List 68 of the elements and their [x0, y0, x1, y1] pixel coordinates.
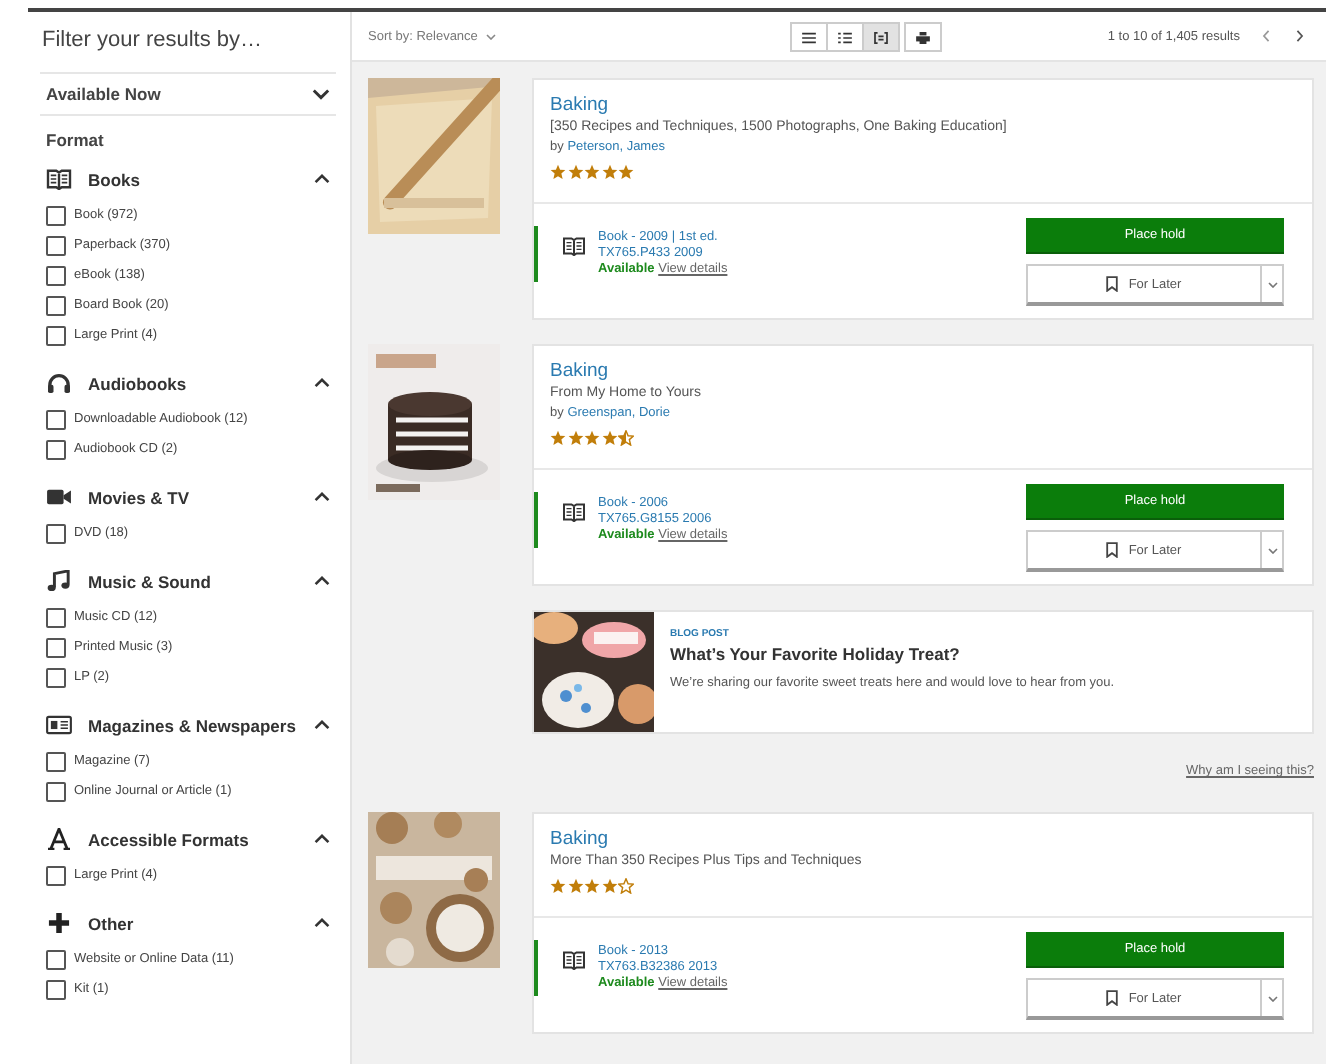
chevron-left-icon [1262, 30, 1270, 42]
checkbox[interactable] [46, 865, 66, 885]
format-group-toggle[interactable]: Music & Sound [40, 560, 336, 602]
checkbox[interactable] [46, 295, 66, 315]
caret-up-icon [314, 378, 330, 388]
video-camera-icon [46, 486, 72, 508]
caret-up-icon [314, 576, 330, 586]
checkbox[interactable] [46, 751, 66, 771]
checkbox[interactable] [46, 265, 66, 285]
caret-up-icon [314, 720, 330, 730]
checkbox[interactable] [46, 325, 66, 345]
open-book-icon [562, 502, 586, 522]
printer-icon [916, 31, 930, 43]
caret-down-icon [1267, 281, 1277, 287]
filter-heading: Filter your results by… [40, 28, 336, 74]
caret-up-icon [314, 834, 330, 844]
checkbox[interactable] [46, 781, 66, 801]
list-icon [838, 31, 852, 43]
checkbox[interactable] [46, 637, 66, 657]
checkbox[interactable] [46, 523, 66, 543]
view-mode-button[interactable] [790, 22, 828, 52]
format-heading: Format [44, 128, 106, 154]
format-group-toggle[interactable]: Audiobooks [40, 362, 336, 404]
checkbox[interactable] [46, 439, 66, 459]
checkbox[interactable] [46, 409, 66, 429]
plus-icon [46, 912, 72, 934]
open-book-icon [46, 168, 72, 190]
checkbox[interactable] [46, 205, 66, 225]
letter-a-icon [46, 828, 72, 850]
menu-icon [802, 31, 816, 43]
caret-up-icon [314, 492, 330, 502]
music-note-icon [46, 570, 72, 592]
format-group-toggle[interactable]: Movies & TV [40, 476, 336, 518]
title-link[interactable]: Baking [550, 828, 1296, 850]
checkbox[interactable] [46, 949, 66, 969]
half-star-icon [618, 430, 634, 446]
checkbox[interactable] [46, 607, 66, 627]
format-group-toggle[interactable]: Magazines & Newspapers [40, 704, 336, 746]
view-mode-button[interactable] [862, 22, 900, 52]
checkbox[interactable] [46, 235, 66, 255]
newspaper-icon [46, 714, 72, 736]
format-group-toggle[interactable]: Books [40, 158, 336, 200]
caret-up-icon [314, 174, 330, 184]
format-group-toggle[interactable]: Accessible Formats [40, 818, 336, 860]
checkbox[interactable] [46, 979, 66, 999]
previous-page-button[interactable] [1258, 26, 1274, 46]
bracket-list-icon [874, 31, 888, 43]
checkbox[interactable] [46, 667, 66, 687]
caret-down-icon [312, 88, 330, 100]
bookmark-icon [1106, 276, 1119, 292]
filter-section-toggle[interactable]: Available Now [40, 74, 336, 116]
title-link[interactable]: Baking [550, 360, 1296, 382]
next-page-button[interactable] [1292, 26, 1308, 46]
bookmark-icon [1106, 542, 1119, 558]
caret-up-icon [314, 918, 330, 928]
chevron-right-icon [1296, 30, 1304, 42]
bookmark-icon [1106, 990, 1119, 1006]
caret-down-icon [1267, 995, 1277, 1001]
format-group-toggle[interactable]: Other [40, 902, 336, 944]
view-mode-button[interactable] [904, 22, 942, 52]
open-book-icon [562, 236, 586, 256]
view-mode-button[interactable] [826, 22, 864, 52]
blog-title-link[interactable]: What’s Your Favorite Holiday Treat? [670, 644, 1115, 664]
open-book-icon [562, 950, 586, 970]
caret-down-icon [485, 33, 496, 39]
caret-down-icon [1267, 547, 1277, 553]
headphones-icon [46, 372, 72, 394]
title-link[interactable]: Baking [550, 94, 1296, 116]
